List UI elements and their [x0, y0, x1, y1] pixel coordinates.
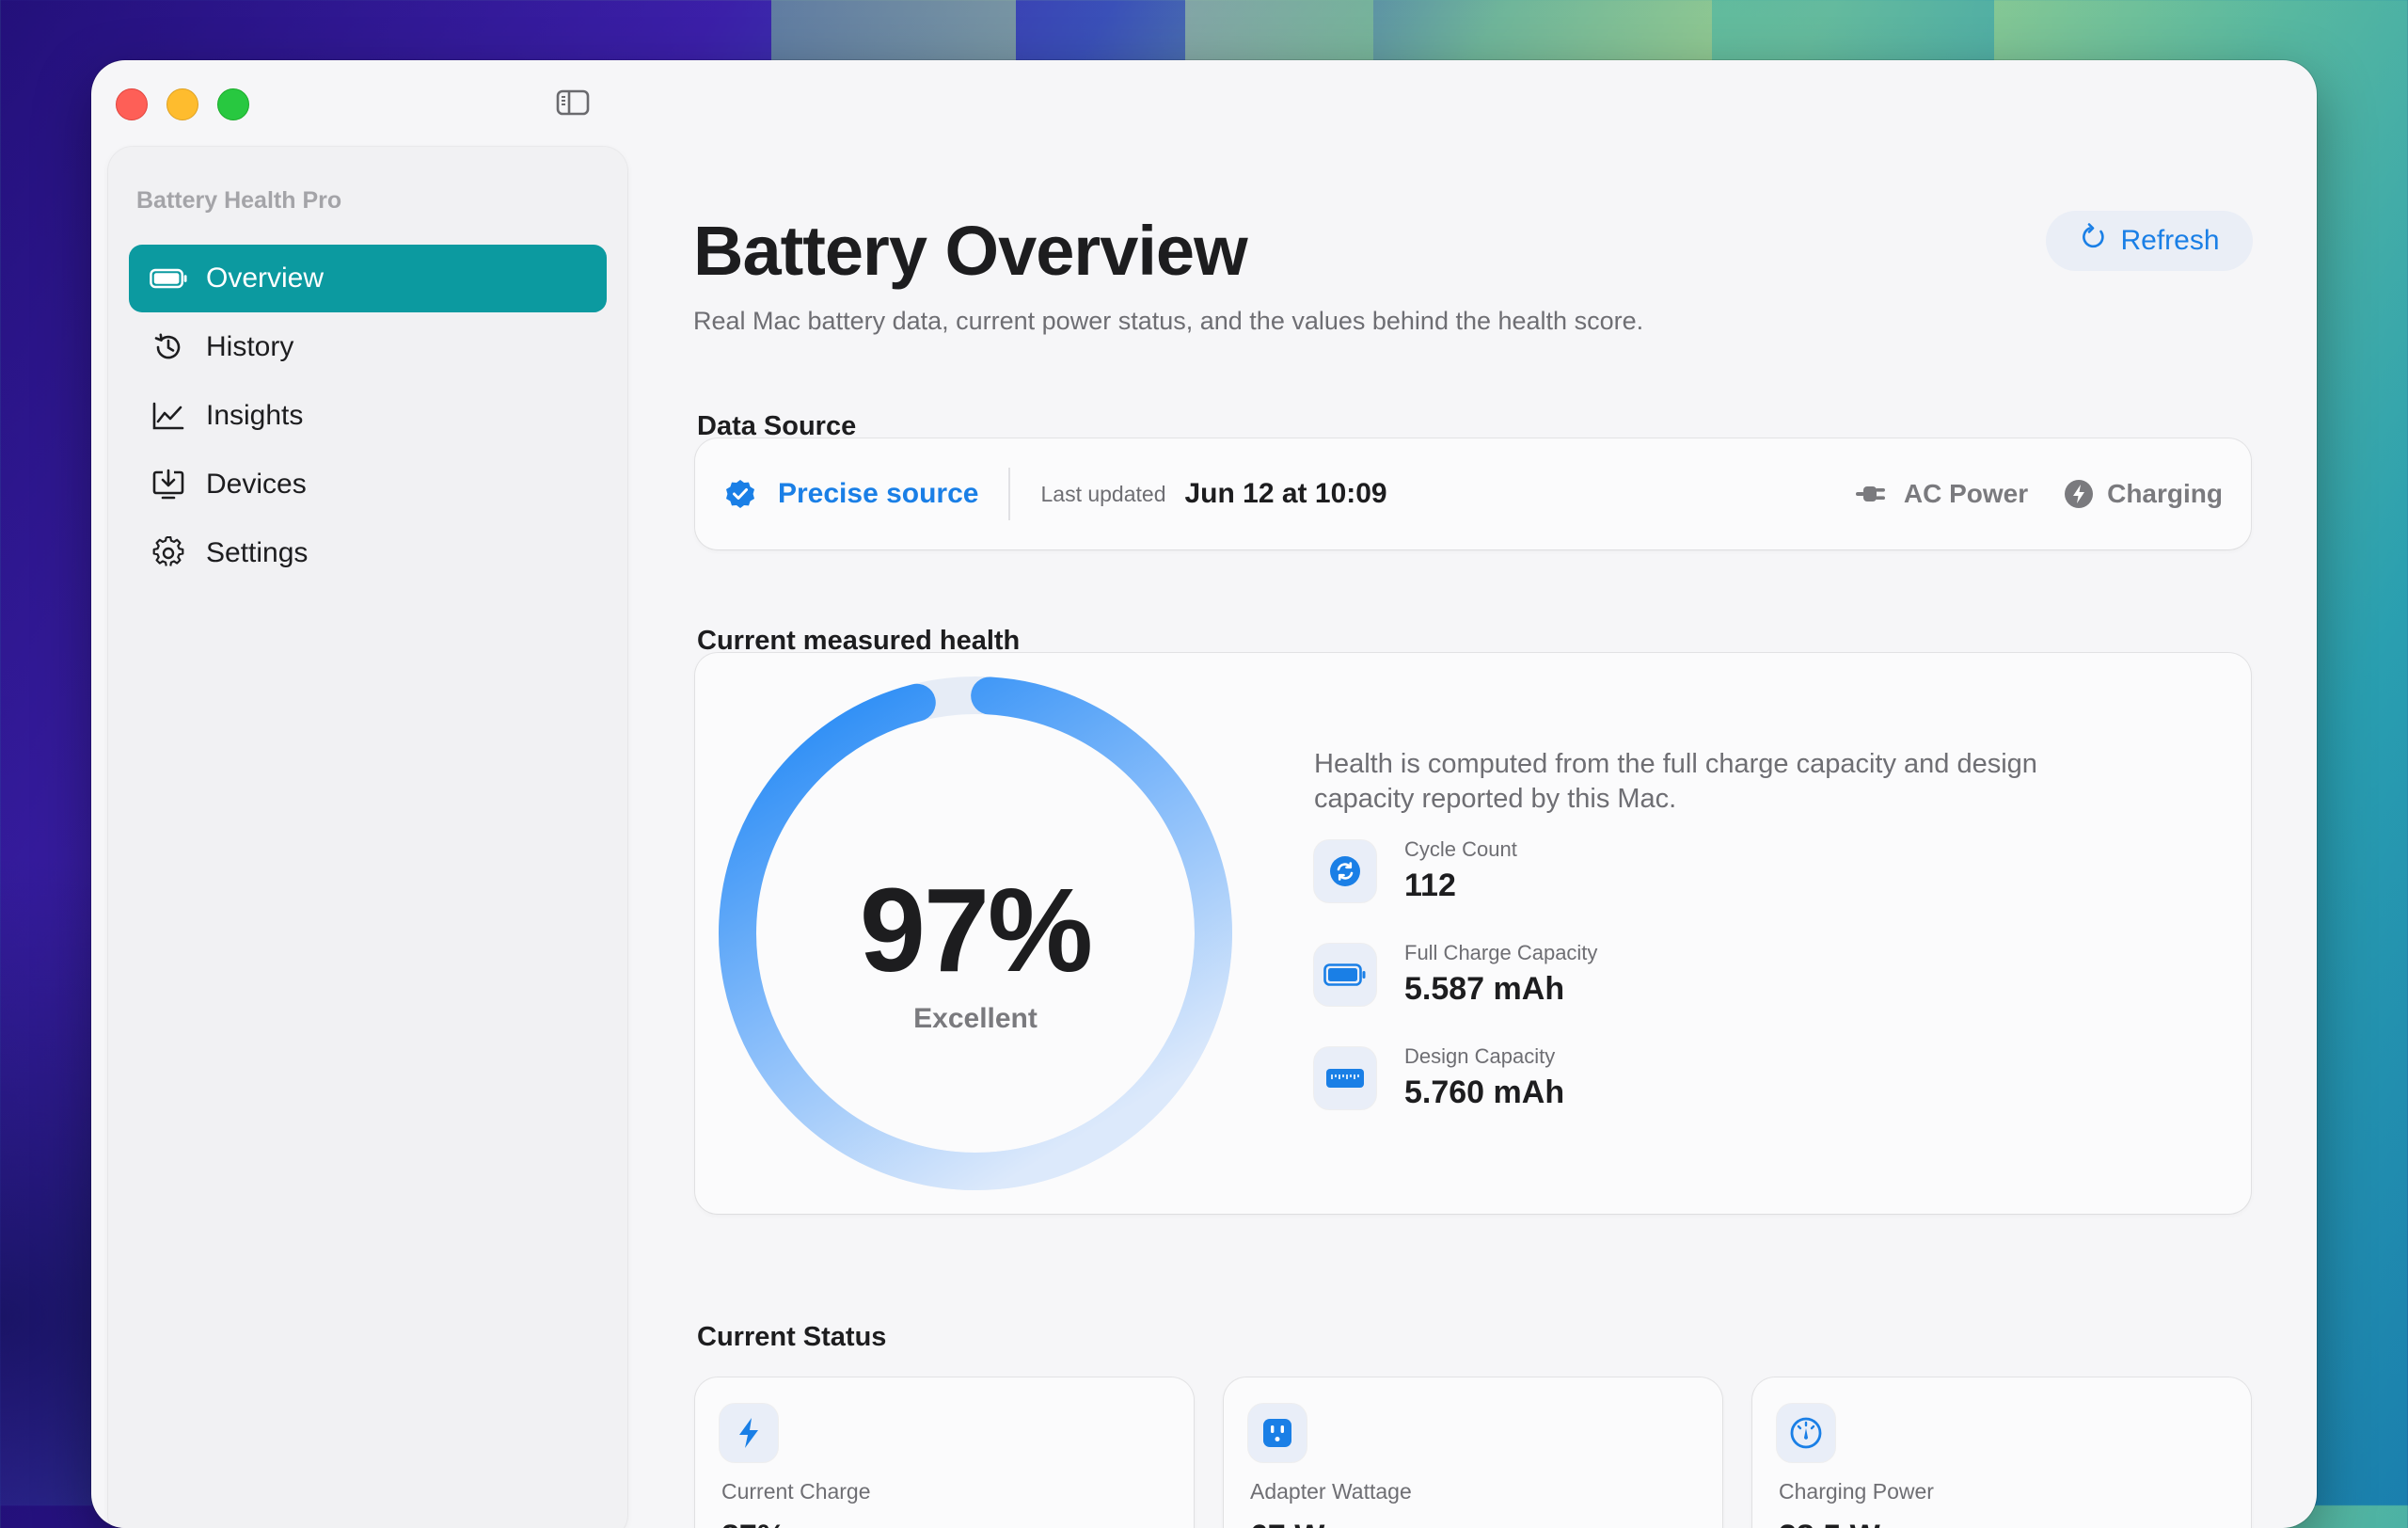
sidebar-nav: Overview History Insights Devices Settin…: [129, 245, 607, 588]
chart-line-icon: [150, 397, 187, 435]
window-controls: [116, 88, 249, 120]
battery-design-icon: [1314, 1046, 1376, 1109]
section-label-current-status: Current Status: [697, 1322, 887, 1352]
data-source-card: Precise source Last updated Jun 12 at 10…: [695, 438, 2251, 549]
status-value: 38,5 W: [1779, 1519, 1880, 1528]
last-updated-value: Jun 12 at 10:09: [1184, 478, 1387, 509]
metric-cycle-count: Cycle Count 112: [1314, 837, 1517, 904]
metric-label: Full Charge Capacity: [1404, 941, 1598, 964]
cycle-arrows-icon: [1314, 839, 1376, 902]
sidebar-toggle-icon[interactable]: [556, 88, 590, 117]
health-percent: 97%: [859, 864, 1093, 996]
precise-source-label: Precise source: [778, 478, 979, 509]
metric-full-charge-capacity: Full Charge Capacity 5.587 mAh: [1314, 941, 1597, 1008]
health-card: 97% Excellent Health is computed from th…: [695, 653, 2251, 1214]
sidebar-item-label: History: [206, 331, 294, 362]
download-display-icon: [150, 466, 187, 503]
sidebar-item-overview[interactable]: Overview: [129, 245, 607, 312]
metric-label: Cycle Count: [1404, 837, 1517, 861]
refresh-button[interactable]: Refresh: [2046, 211, 2253, 271]
status-card-current-charge: Current Charge 87%: [695, 1377, 1194, 1528]
metric-design-capacity: Design Capacity 5.760 mAh: [1314, 1044, 1564, 1111]
metric-value: 5.587 mAh: [1404, 971, 1565, 1007]
close-button[interactable]: [116, 88, 148, 120]
sidebar-app-name: Battery Health Pro: [136, 187, 342, 214]
last-updated-label: Last updated: [1040, 481, 1166, 506]
divider: [1008, 468, 1011, 520]
gauge-icon: [1777, 1404, 1835, 1462]
gear-icon: [150, 534, 187, 572]
sidebar-item-label: Devices: [206, 469, 307, 500]
health-grade: Excellent: [913, 1003, 1038, 1034]
app-window: Battery Health Pro Overview History Insi…: [91, 60, 2317, 1528]
sidebar-item-devices[interactable]: Devices: [129, 451, 607, 518]
plug-icon: [1855, 483, 1891, 505]
verified-badge-icon: [723, 477, 757, 511]
status-label: Adapter Wattage: [1250, 1479, 1412, 1504]
power-outlet-icon: [1248, 1404, 1307, 1462]
status-value: 67 W: [1250, 1519, 1324, 1528]
status-value: 87%: [721, 1519, 785, 1528]
sidebar-item-history[interactable]: History: [129, 313, 607, 381]
health-ring: 97% Excellent: [716, 674, 1235, 1193]
status-card-adapter-wattage: Adapter Wattage 67 W: [1224, 1377, 1722, 1528]
power-source-label: AC Power: [1903, 479, 2029, 508]
zoom-button[interactable]: [217, 88, 249, 120]
metric-value: 5.760 mAh: [1404, 1074, 1565, 1110]
power-source-status: AC Power: [1855, 479, 2028, 509]
sidebar-item-label: Insights: [206, 400, 304, 431]
sidebar-item-label: Settings: [206, 537, 309, 568]
sidebar-item-settings[interactable]: Settings: [129, 519, 607, 587]
minimize-button[interactable]: [166, 88, 198, 120]
metric-label: Design Capacity: [1404, 1044, 1556, 1068]
sidebar-item-insights[interactable]: Insights: [129, 382, 607, 450]
page-title: Battery Overview: [693, 212, 1248, 290]
status-label: Charging Power: [1779, 1479, 1934, 1504]
battery-icon: [150, 260, 187, 297]
status-card-charging-power: Charging Power 38,5 W: [1752, 1377, 2251, 1528]
health-description: Health is computed from the full charge …: [1314, 749, 2037, 814]
charging-bolt-icon: [2064, 479, 2094, 509]
charging-status: Charging: [2064, 479, 2223, 509]
refresh-icon: [2079, 223, 2107, 259]
main-content: Battery Overview Real Mac battery data, …: [693, 60, 2317, 1528]
status-label: Current Charge: [721, 1479, 871, 1504]
refresh-label: Refresh: [2120, 225, 2220, 256]
page-subtitle: Real Mac battery data, current power sta…: [693, 307, 1644, 335]
precise-source-badge: Precise source: [723, 477, 978, 511]
history-icon: [150, 328, 187, 366]
bolt-icon: [720, 1404, 778, 1462]
battery-full-icon: [1314, 943, 1376, 1006]
charging-state-label: Charging: [2107, 479, 2223, 508]
sidebar-item-label: Overview: [206, 263, 325, 294]
sidebar: Battery Health Pro Overview History Insi…: [108, 147, 627, 1528]
metric-value: 112: [1404, 867, 1456, 903]
